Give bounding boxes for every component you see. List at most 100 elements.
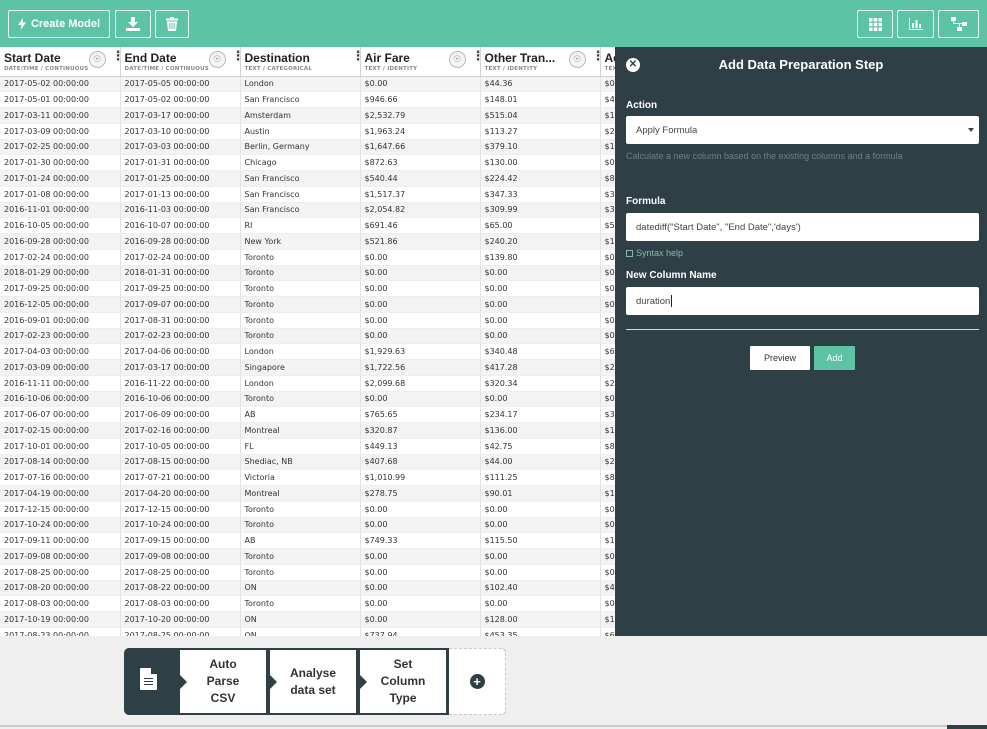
table-row[interactable]: 2016-09-28 00:00:00 2016-09-28 00:00:00 Ne… <box>0 233 615 250</box>
create-model-button[interactable]: Create Model <box>8 10 110 38</box>
table-row[interactable]: 2017-09-25 00:00:00 2017-09-25 00:00:00 To… <box>0 280 615 297</box>
table-cell: 2016-10-06 00:00:00 <box>0 391 121 408</box>
table-row[interactable]: 2017-05-02 00:00:00 2017-05-05 00:00:00 Lo… <box>0 76 615 93</box>
table-row[interactable]: 2017-02-24 00:00:00 2017-02-24 00:00:00 To… <box>0 249 615 266</box>
table-cell: 2017-12-15 00:00:00 <box>0 501 121 518</box>
column-header[interactable]: DestinationTEXT / CATEGORICAL ⋮ <box>240 47 361 77</box>
data-table-container[interactable]: Start Date DATE/TIME / CONTINUOUS ☉ ⋮ End Da… <box>0 47 615 636</box>
new-column-name-input[interactable]: duration <box>626 287 979 315</box>
table-cell: 2017-04-06 00:00:00 <box>120 343 241 360</box>
create-model-label: Create Model <box>30 18 101 30</box>
table-cell: FL <box>240 438 361 455</box>
download-button[interactable] <box>115 10 151 38</box>
table-cell: $1,010.99 <box>360 469 481 486</box>
lightbulb-icon[interactable]: ☉ <box>448 51 466 68</box>
table-row[interactable]: 2017-02-25 00:00:00 2017-03-03 00:00:00 Be… <box>0 139 615 156</box>
preview-button[interactable]: Preview <box>750 346 810 370</box>
pipeline-step[interactable]: Set Column Type <box>360 650 446 713</box>
table-row[interactable]: 2017-09-11 00:00:00 2017-09-15 00:00:00 AB… <box>0 532 615 549</box>
column-header[interactable]: Air FareTEXT / IDENTITY☉⋮ <box>360 47 481 77</box>
table-cell: $0.00 <box>360 280 481 297</box>
column-header[interactable]: Start Date DATE/TIME / CONTINUOUS ☉ ⋮ <box>0 47 121 77</box>
table-row[interactable]: 2017-10-19 00:00:00 2017-10-20 00:00:00 ON… <box>0 611 615 628</box>
action-select[interactable]: Apply Formula <box>626 116 979 144</box>
grid-view-button[interactable] <box>857 10 893 38</box>
table-row[interactable]: 2017-10-24 00:00:00 2017-10-24 00:00:00 To… <box>0 517 615 534</box>
table-cell: $749.33 <box>360 532 481 549</box>
column-menu-icon[interactable]: ⋮ <box>592 50 600 63</box>
column-type: TEXT / IDENTITY <box>604 66 616 72</box>
lightbulb-icon[interactable]: ☉ <box>88 51 106 68</box>
table-body: 2017-05-02 00:00:00 2017-05-05 00:00:00 Lo… <box>0 76 615 636</box>
table-row[interactable]: 2016-09-01 00:00:00 2017-08-31 00:00:00 To… <box>0 312 615 329</box>
formula-input[interactable]: datediff("Start Date", "End Date",'days'… <box>626 213 979 241</box>
table-row[interactable]: 2017-04-19 00:00:00 2017-04-20 00:00:00 Mo… <box>0 485 615 502</box>
flow-view-button[interactable] <box>938 10 979 38</box>
column-menu-icon[interactable]: ⋮ <box>352 50 360 63</box>
table-cell: New York <box>240 233 361 250</box>
table-row[interactable]: 2016-11-11 00:00:00 2016-11-22 00:00:00 Lo… <box>0 375 615 392</box>
table-row[interactable]: 2016-12-05 00:00:00 2017-09-07 00:00:00 To… <box>0 296 615 313</box>
table-row[interactable]: 2017-10-01 00:00:00 2017-10-05 00:00:00 FL… <box>0 438 615 455</box>
add-step-button[interactable]: + <box>449 648 506 715</box>
table-cell: $8 <box>600 469 615 486</box>
table-cell: $3 <box>600 406 615 423</box>
table-row[interactable]: 2017-03-09 00:00:00 2017-03-10 00:00:00 Au… <box>0 123 615 140</box>
table-cell: $0.00 <box>360 391 481 408</box>
formula-value: datediff("Start Date", "End Date",'days'… <box>636 221 801 233</box>
table-row[interactable]: 2017-06-07 00:00:00 2017-06-09 00:00:00 AB… <box>0 406 615 423</box>
document-icon[interactable] <box>140 668 157 690</box>
table-row[interactable]: 2017-02-23 00:00:00 2017-02-23 00:00:00 To… <box>0 328 615 345</box>
column-header[interactable]: End DateDATE/TIME / CONTINUOUS☉⋮ <box>120 47 241 77</box>
table-cell: $0.00 <box>360 611 481 628</box>
table-cell: 2017-07-16 00:00:00 <box>0 469 121 486</box>
table-row[interactable]: 2017-08-23 00:00:00 2017-08-25 00:00:00 ON… <box>0 627 615 636</box>
lightbulb-icon[interactable]: ☉ <box>568 51 586 68</box>
table-row[interactable]: 2017-07-16 00:00:00 2017-07-21 00:00:00 Vi… <box>0 469 615 486</box>
column-menu-icon[interactable]: ⋮ <box>232 50 240 63</box>
table-row[interactable]: 2017-03-11 00:00:00 2017-03-17 00:00:00 Am… <box>0 107 615 124</box>
table-cell: 2017-08-23 00:00:00 <box>0 627 121 636</box>
chart-view-button[interactable] <box>897 10 934 38</box>
pipeline-step[interactable]: Auto Parse CSV <box>180 650 266 713</box>
table-row[interactable]: 2017-05-01 00:00:00 2017-05-02 00:00:00 Sa… <box>0 91 615 108</box>
table-row[interactable]: 2016-10-06 00:00:00 2016-10-06 00:00:00 To… <box>0 391 615 408</box>
table-row[interactable]: 2017-12-15 00:00:00 2017-12-15 00:00:00 To… <box>0 501 615 518</box>
column-menu-icon[interactable]: ⋮ <box>472 50 480 63</box>
table-cell: London <box>240 343 361 360</box>
table-cell: $0.00 <box>480 391 601 408</box>
table-cell: Berlin, Germany <box>240 139 361 156</box>
table-row[interactable]: 2017-01-08 00:00:00 2017-01-13 00:00:00 Sa… <box>0 186 615 203</box>
table-row[interactable]: 2016-10-05 00:00:00 2016-10-07 00:00:00 RI… <box>0 217 615 234</box>
table-cell: Toronto <box>240 249 361 266</box>
table-cell: 2016-11-11 00:00:00 <box>0 375 121 392</box>
add-button[interactable]: Add <box>814 346 855 370</box>
table-cell: $521.86 <box>360 233 481 250</box>
table-row[interactable]: 2017-08-03 00:00:00 2017-08-03 00:00:00 To… <box>0 595 615 612</box>
table-row[interactable]: 2017-08-20 00:00:00 2017-08-22 00:00:00 ON… <box>0 580 615 597</box>
table-row[interactable]: 2017-09-08 00:00:00 2017-09-08 00:00:00 To… <box>0 548 615 565</box>
lightbulb-icon[interactable]: ☉ <box>208 51 226 68</box>
table-cell: 2017-10-24 00:00:00 <box>0 517 121 534</box>
table-row[interactable]: 2017-01-24 00:00:00 2017-01-25 00:00:00 Sa… <box>0 170 615 187</box>
table-row[interactable]: 2018-01-29 00:00:00 2018-01-31 00:00:00 To… <box>0 265 615 282</box>
table-row[interactable]: 2016-11-01 00:00:00 2016-11-03 00:00:00 Sa… <box>0 202 615 219</box>
delete-button[interactable] <box>155 10 189 38</box>
table-cell: $946.66 <box>360 91 481 108</box>
column-header[interactable]: AcTEXT / IDENTITY <box>600 47 616 77</box>
pipeline-step[interactable]: Analyse data set <box>270 650 356 713</box>
table-row[interactable]: 2017-04-03 00:00:00 2017-04-06 00:00:00 Lo… <box>0 343 615 360</box>
table-cell: $0.00 <box>360 580 481 597</box>
column-header[interactable]: Other Tran...TEXT / IDENTITY☉⋮ <box>480 47 601 77</box>
column-menu-icon[interactable]: ⋮ <box>112 50 120 63</box>
table-cell: $3 <box>600 202 615 219</box>
table-row[interactable]: 2017-08-25 00:00:00 2017-08-25 00:00:00 To… <box>0 564 615 581</box>
table-row[interactable]: 2017-03-09 00:00:00 2017-03-17 00:00:00 Si… <box>0 359 615 376</box>
syntax-help-link[interactable]: Syntax help <box>626 248 683 258</box>
table-cell: 2017-08-20 00:00:00 <box>0 580 121 597</box>
table-row[interactable]: 2017-02-15 00:00:00 2017-02-16 00:00:00 Mo… <box>0 422 615 439</box>
table-cell: $234.17 <box>480 406 601 423</box>
panel-title: Add Data Preparation Step <box>718 57 884 72</box>
table-row[interactable]: 2017-01-30 00:00:00 2017-01-31 00:00:00 Ch… <box>0 154 615 171</box>
table-row[interactable]: 2017-08-14 00:00:00 2017-08-15 00:00:00 Sh… <box>0 454 615 471</box>
